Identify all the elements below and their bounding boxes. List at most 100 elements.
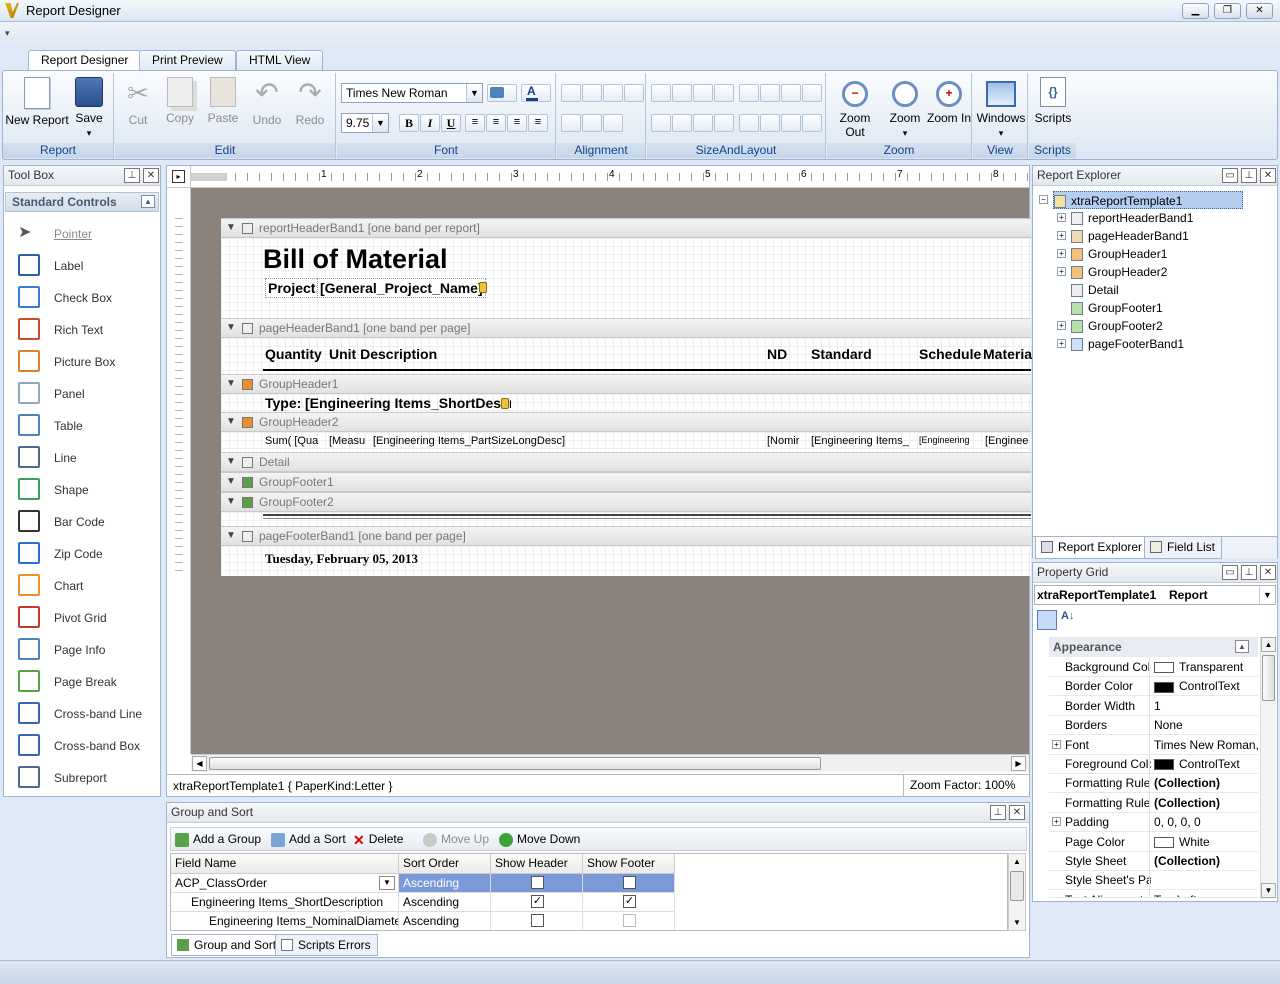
engineering-field-3[interactable]: [Enginee xyxy=(985,435,1028,447)
h-spacing-remove-icon[interactable] xyxy=(802,84,822,102)
align-tops-icon[interactable] xyxy=(624,84,644,102)
tab-report-explorer[interactable]: Report Explorer xyxy=(1035,537,1150,559)
project-field[interactable]: [General_Project_Name] xyxy=(317,278,486,298)
band-detail[interactable]: ▼ Detail xyxy=(221,452,1031,472)
property-row[interactable]: Page Color White xyxy=(1049,831,1258,852)
col-standard[interactable]: Standard xyxy=(811,346,872,362)
property-value[interactable]: Times New Roman,... xyxy=(1149,734,1258,755)
tab-field-list[interactable]: Field List xyxy=(1144,537,1223,559)
band-group-footer1[interactable]: ▼ GroupFooter1 xyxy=(221,472,1031,492)
scroll-thumb[interactable] xyxy=(1262,655,1275,701)
dock-icon[interactable]: ▭ xyxy=(1222,565,1238,580)
zoom-out-button[interactable]: − Zoom Out xyxy=(829,75,881,139)
scroll-down-icon[interactable]: ▼ xyxy=(1009,915,1025,930)
toolbox-section-header[interactable]: Standard Controls ▲ xyxy=(5,192,159,212)
col-quantity[interactable]: Quantity xyxy=(265,346,322,362)
property-row[interactable]: Text AlignmentTop Left xyxy=(1049,889,1258,898)
tree-node[interactable]: GroupHeader1 xyxy=(1071,245,1167,263)
toolbox-item-zip-code[interactable]: Zip Code xyxy=(4,536,160,568)
property-value[interactable]: 1 xyxy=(1149,695,1258,716)
toolbox-item-check-box[interactable]: Check Box xyxy=(4,280,160,312)
tree-node[interactable]: pageFooterBand1 xyxy=(1071,335,1184,353)
property-row[interactable]: Style Sheet's Pat xyxy=(1049,870,1258,891)
scroll-up-icon[interactable]: ▲ xyxy=(1261,637,1276,652)
toolbox-item-subreport[interactable]: Subreport xyxy=(4,760,160,792)
tree-node-root[interactable]: xtraReportTemplate1 xyxy=(1053,191,1244,209)
save-button[interactable]: Save ▾ xyxy=(69,75,109,139)
close-icon[interactable]: ✕ xyxy=(1009,805,1025,820)
show-footer-checkbox[interactable] xyxy=(623,876,636,889)
close-icon[interactable]: ✕ xyxy=(1260,168,1276,183)
tab-print-preview[interactable]: Print Preview xyxy=(139,50,236,70)
part-size-field[interactable]: [Engineering Items_PartSizeLongDesc] xyxy=(373,435,565,447)
underline-button[interactable]: U xyxy=(441,114,461,132)
toolbox-item-bar-code[interactable]: Bar Code xyxy=(4,504,160,536)
center-vertically-icon[interactable] xyxy=(760,114,780,132)
font-family-combo[interactable]: Times New Roman ▼ xyxy=(341,83,483,103)
property-value[interactable] xyxy=(1149,870,1258,891)
property-value[interactable]: (Collection) xyxy=(1149,773,1258,794)
type-label[interactable]: Type: xyxy=(265,395,301,411)
scripts-button[interactable]: {} Scripts xyxy=(1031,75,1075,125)
categorized-icon[interactable] xyxy=(1037,610,1057,630)
pin-icon[interactable]: ⊥ xyxy=(124,168,140,183)
toolbox-item-pointer[interactable]: ➤ Pointer xyxy=(4,216,160,248)
add-group-button[interactable]: Add a Group xyxy=(175,829,261,849)
property-row[interactable]: + Font Times New Roman,... xyxy=(1049,734,1258,755)
alphabetical-icon[interactable]: A↓ xyxy=(1061,610,1074,622)
expand-icon[interactable]: + xyxy=(1057,231,1066,240)
align-left-button[interactable]: ≡ xyxy=(465,114,485,132)
center-horizontally-icon[interactable] xyxy=(739,114,759,132)
close-icon[interactable]: ✕ xyxy=(1260,565,1276,580)
scroll-thumb[interactable] xyxy=(209,757,821,770)
add-sort-button[interactable]: Add a Sort xyxy=(271,829,346,849)
expand-icon[interactable]: + xyxy=(1052,817,1061,827)
band-page-footer[interactable]: ▼ pageFooterBand1 [one band per page] xyxy=(221,526,1031,546)
property-row[interactable]: Formatting Rules (Collection) xyxy=(1049,792,1258,813)
dock-icon[interactable]: ▭ xyxy=(1222,168,1238,183)
type-field[interactable]: [Engineering Items_ShortDescri xyxy=(305,395,511,411)
property-value[interactable]: ControlText xyxy=(1149,676,1258,697)
pin-icon[interactable]: ⊥ xyxy=(990,805,1006,820)
toolbox-item-panel[interactable]: Panel xyxy=(4,376,160,408)
nominal-field[interactable]: [Nomir xyxy=(767,435,799,447)
qat-dropdown-icon[interactable]: ▾ xyxy=(5,28,10,39)
align-to-grid-icon[interactable] xyxy=(603,114,623,132)
tree-node[interactable]: GroupFooter1 xyxy=(1071,299,1163,317)
property-value[interactable]: (Collection) xyxy=(1149,792,1258,813)
toolbox-item-page-break[interactable]: Page Break xyxy=(4,664,160,696)
expand-icon[interactable]: + xyxy=(1057,339,1066,348)
toolbox-item-table[interactable]: Table xyxy=(4,408,160,440)
property-row[interactable]: Borders None xyxy=(1049,715,1258,736)
property-row[interactable]: Border Width 1 xyxy=(1049,695,1258,716)
groupsort-scrollbar[interactable]: ▲ ▼ xyxy=(1008,853,1026,931)
cut-button[interactable]: ✂ Cut xyxy=(119,75,157,127)
sort-order-cell[interactable]: Ascending xyxy=(399,912,491,930)
show-header-checkbox[interactable]: ✓ xyxy=(531,895,544,908)
tab-group-and-sort[interactable]: Group and Sort xyxy=(171,934,284,956)
toolbox-item-pivot-grid[interactable]: Pivot Grid xyxy=(4,600,160,632)
scroll-right-icon[interactable]: ▶ xyxy=(1011,756,1026,771)
toolbox-item-page-info[interactable]: Page Info xyxy=(4,632,160,664)
col-field-name[interactable]: Field Name xyxy=(171,854,399,874)
font-color-button[interactable]: A xyxy=(521,84,551,102)
align-rights-icon[interactable] xyxy=(603,84,623,102)
highlight-color-button[interactable] xyxy=(487,84,517,102)
report-title[interactable]: Bill of Material xyxy=(263,244,448,275)
property-value[interactable]: ControlText xyxy=(1149,754,1258,774)
band-group-footer2[interactable]: ▼ GroupFooter2 xyxy=(221,492,1031,512)
chevron-down-icon[interactable]: ▼ xyxy=(379,876,395,890)
sort-order-cell[interactable]: Ascending xyxy=(399,893,491,912)
project-label[interactable]: Project: xyxy=(265,278,324,298)
sum-quantity-field[interactable]: Sum( [Qua xyxy=(265,435,318,447)
v-spacing-remove-icon[interactable] xyxy=(714,114,734,132)
h-spacing-equal-icon[interactable] xyxy=(739,84,759,102)
align-center-button[interactable]: ≡ xyxy=(486,114,506,132)
close-icon[interactable]: ✕ xyxy=(143,168,159,183)
pin-icon[interactable]: ⊥ xyxy=(1241,168,1257,183)
paste-button[interactable]: Paste xyxy=(203,75,243,125)
date-field[interactable]: Tuesday, February 05, 2013 xyxy=(265,551,418,567)
smart-tag-icon[interactable]: ▸ xyxy=(172,170,185,183)
col-nd[interactable]: ND xyxy=(767,346,787,362)
col-material[interactable]: Materia xyxy=(983,346,1032,362)
